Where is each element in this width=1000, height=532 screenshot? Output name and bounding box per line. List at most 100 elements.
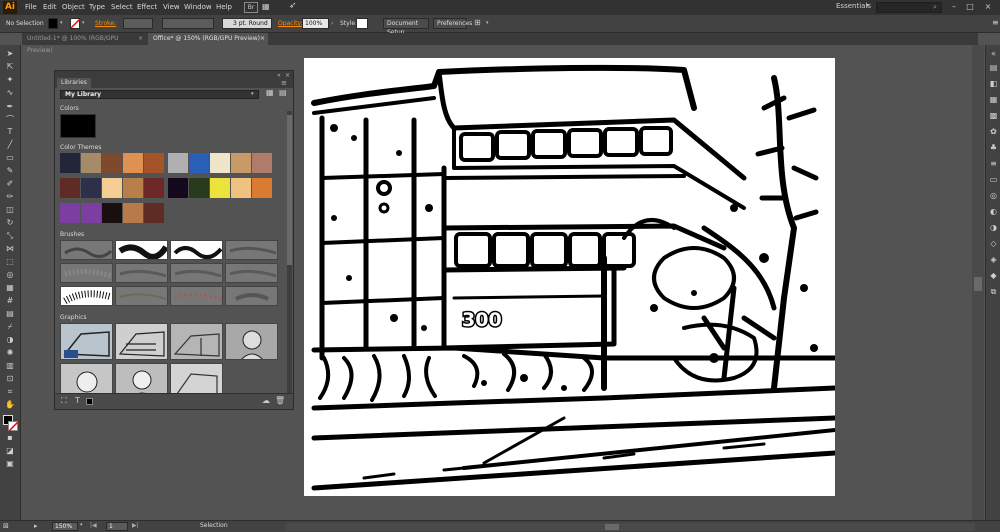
pencil-tool-icon[interactable]: ✏ xyxy=(3,192,17,202)
zoom-level-select[interactable]: 150% xyxy=(52,522,78,531)
rotate-tool-icon[interactable]: ↻ xyxy=(3,218,17,228)
cloud-sync-icon[interactable]: ☁ xyxy=(262,396,270,405)
fill-swatch[interactable] xyxy=(48,18,58,29)
layers-panel-icon[interactable]: ◧ xyxy=(988,79,999,89)
brush-item[interactable] xyxy=(60,286,113,306)
color-swatch[interactable] xyxy=(60,114,96,138)
theme-swatch[interactable] xyxy=(144,203,164,223)
scroll-thumb[interactable] xyxy=(974,277,982,291)
theme-swatch[interactable] xyxy=(123,153,143,173)
magic-wand-tool-icon[interactable]: ✦ xyxy=(3,75,17,85)
perspective-grid-tool-icon[interactable]: ▦ xyxy=(3,283,17,293)
brush-item[interactable] xyxy=(170,286,223,306)
list-view-icon[interactable]: ▤ xyxy=(279,88,287,97)
chevron-down-icon[interactable]: ▾ xyxy=(486,20,489,26)
properties-panel-icon[interactable]: ▤ xyxy=(988,63,999,73)
scroll-thumb[interactable] xyxy=(605,524,619,530)
tab-office[interactable]: Office* @ 150% (RGB/GPU Preview) × xyxy=(148,33,268,45)
add-color-button[interactable] xyxy=(86,398,93,405)
theme-swatch[interactable] xyxy=(144,178,164,198)
theme-swatch[interactable] xyxy=(81,153,101,173)
screen-mode-icon[interactable]: ▣ xyxy=(3,459,17,469)
brush-item[interactable] xyxy=(115,286,168,306)
graphic-item[interactable] xyxy=(225,323,278,360)
theme-swatch[interactable] xyxy=(60,153,80,173)
theme-swatch[interactable] xyxy=(81,178,101,198)
menu-help[interactable]: Help xyxy=(216,3,232,11)
status-icon[interactable]: ⊠ xyxy=(3,522,9,530)
menu-view[interactable]: View xyxy=(163,3,180,11)
menu-effect[interactable]: Effect xyxy=(137,3,157,11)
brush-item[interactable] xyxy=(60,240,113,260)
theme-swatch[interactable] xyxy=(81,203,101,223)
tab-libraries[interactable]: Libraries xyxy=(57,78,91,88)
brush-item[interactable] xyxy=(170,263,223,283)
close-icon[interactable]: × xyxy=(260,33,265,45)
panel-menu-icon[interactable]: ≡ xyxy=(281,79,287,87)
stock-icon[interactable]: ▦ xyxy=(262,2,270,11)
maximize-button[interactable]: □ xyxy=(964,2,976,12)
stroke-color-box[interactable] xyxy=(8,421,19,432)
theme-swatch[interactable] xyxy=(252,178,272,198)
color-panel-icon[interactable]: ▦ xyxy=(988,95,999,105)
add-content-icon[interactable]: ⛶ xyxy=(61,396,67,406)
free-transform-tool-icon[interactable]: ⬚ xyxy=(3,257,17,267)
eyedropper-tool-icon[interactable]: ⌿ xyxy=(3,322,17,332)
graphic-item[interactable] xyxy=(170,323,223,360)
opacity-input[interactable]: 100% xyxy=(302,18,329,29)
theme-swatch[interactable] xyxy=(168,153,188,173)
hand-tool-icon[interactable]: ✋ xyxy=(3,400,17,410)
menu-window[interactable]: Window xyxy=(184,3,212,11)
brush-item[interactable] xyxy=(225,286,278,306)
layers-stack-icon[interactable]: ◆ xyxy=(988,271,999,281)
paintbrush-tool-icon[interactable]: ✎ xyxy=(3,166,17,176)
arrange-icon[interactable]: ⊞ xyxy=(474,18,481,27)
rectangle-tool-icon[interactable]: ▭ xyxy=(3,153,17,163)
gradient-panel-icon[interactable]: ▭ xyxy=(988,175,999,185)
brush-item[interactable] xyxy=(170,240,223,260)
trash-icon[interactable]: 🗑 xyxy=(275,396,285,405)
brush-item[interactable] xyxy=(60,263,113,283)
color-mode-icon[interactable]: ▪ xyxy=(3,433,17,443)
graphic-styles-panel-icon[interactable]: ◑ xyxy=(988,223,999,233)
brush-item[interactable] xyxy=(115,263,168,283)
stroke-weight-field[interactable] xyxy=(123,18,153,29)
scale-tool-icon[interactable]: ⤡ xyxy=(3,231,17,241)
type-tool-icon[interactable]: T xyxy=(3,127,17,137)
graphic-style-swatch[interactable] xyxy=(356,18,368,29)
menu-object[interactable]: Object xyxy=(62,3,85,11)
selection-tool-icon[interactable]: ➤ xyxy=(3,49,17,59)
stroke-label[interactable]: Stroke: xyxy=(95,20,116,27)
swatches-panel-icon[interactable]: ▩ xyxy=(988,111,999,121)
gradient-tool-icon[interactable]: ▤ xyxy=(3,309,17,319)
theme-swatch[interactable] xyxy=(123,203,143,223)
theme-swatch[interactable] xyxy=(252,153,272,173)
variable-width-profile[interactable] xyxy=(162,18,214,29)
chevron-down-icon[interactable]: ▾ xyxy=(60,20,63,26)
transparency-panel-icon[interactable]: ◎ xyxy=(988,191,999,201)
close-window-button[interactable]: × xyxy=(982,2,994,12)
grid-view-icon[interactable]: ▦ xyxy=(266,88,274,97)
document-setup-button[interactable]: Document Setup xyxy=(383,18,429,36)
symbol-sprayer-tool-icon[interactable]: ✺ xyxy=(3,348,17,358)
theme-swatch[interactable] xyxy=(210,153,230,173)
shape-builder-tool-icon[interactable]: ◎ xyxy=(3,270,17,280)
line-tool-icon[interactable]: ╱ xyxy=(3,140,17,150)
slice-tool-icon[interactable]: ⌗ xyxy=(3,387,17,397)
theme-swatch[interactable] xyxy=(189,153,209,173)
pen-tool-icon[interactable]: ✒ xyxy=(3,102,17,112)
graphic-item[interactable] xyxy=(60,323,113,360)
scroll-thumb[interactable] xyxy=(287,115,292,265)
theme-swatch[interactable] xyxy=(168,178,188,198)
direct-selection-tool-icon[interactable]: ⇱ xyxy=(3,62,17,72)
first-artboard-icon[interactable]: |◀ xyxy=(90,522,97,529)
theme-swatch[interactable] xyxy=(231,178,251,198)
column-graph-tool-icon[interactable]: ▥ xyxy=(3,361,17,371)
graphic-item[interactable] xyxy=(115,323,168,360)
zoom-chevron-icon[interactable]: ▸ xyxy=(34,522,38,530)
chevron-down-icon[interactable]: ▾ xyxy=(80,522,83,528)
horizontal-scrollbar[interactable] xyxy=(285,523,975,531)
tab-untitled-1[interactable]: Untitled-1* @ 100% (RGB/GPU Preview) × xyxy=(22,33,146,54)
next-artboard-icon[interactable]: ▶| xyxy=(132,522,139,529)
brush-item[interactable] xyxy=(225,240,278,260)
